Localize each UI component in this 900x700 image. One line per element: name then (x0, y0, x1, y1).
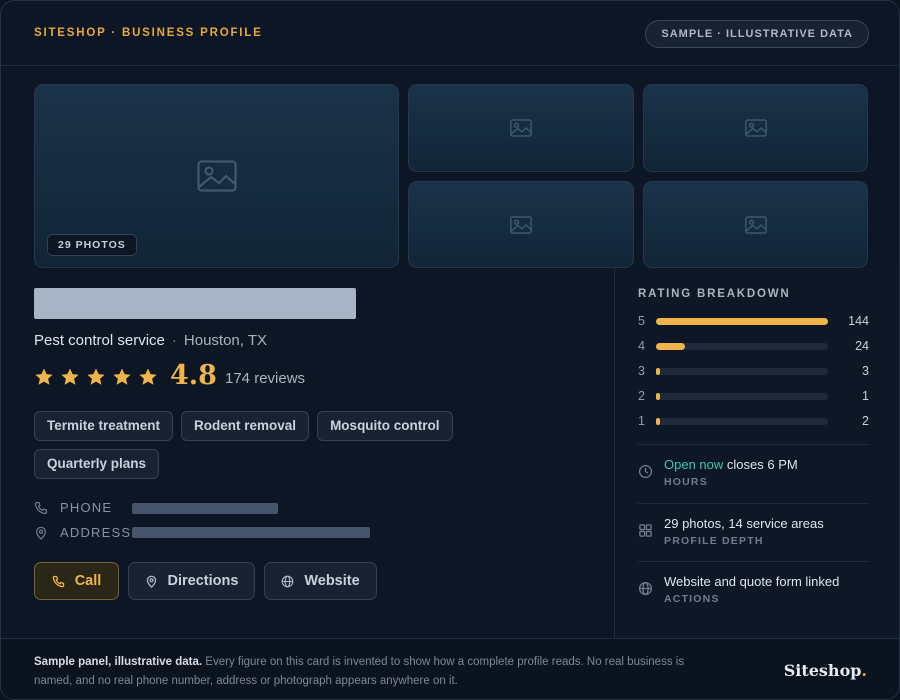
rating-bar-fill (656, 393, 661, 400)
actions-value: Website and quote form linked (664, 574, 840, 589)
service-chip[interactable]: Termite treatment (34, 411, 174, 441)
directions-button[interactable]: Directions (128, 562, 255, 600)
divider (638, 503, 869, 504)
brand-line: SITESHOP · BUSINESS PROFILE (34, 27, 263, 39)
rating-breakdown-panel: RATING BREAKDOWN 5 144 4 24 3 3 2 1 1 2 (614, 268, 899, 638)
phone-icon (34, 501, 48, 514)
website-label: Website (304, 573, 360, 589)
rating-row-count: 1 (862, 389, 869, 403)
rating-row-4: 4 24 (638, 339, 869, 353)
service-chips: Termite treatment Rodent removal Mosquit… (34, 411, 474, 479)
rating-bar-track (656, 318, 828, 325)
rating-row-stars: 5 (638, 314, 645, 328)
phone-redacted (132, 503, 278, 514)
globe-icon (281, 575, 294, 587)
rating-value: 4.8 (170, 360, 217, 391)
service-chip[interactable]: Rodent removal (181, 411, 310, 441)
star-icon (86, 367, 106, 387)
phone-label: PHONE (60, 500, 113, 515)
image-placeholder-icon (510, 119, 532, 137)
rating-bar-track (656, 368, 828, 375)
logo-dot: . (861, 661, 867, 680)
rating-bar-fill (656, 343, 685, 350)
photos-count-badge[interactable]: 29 PHOTOS (47, 234, 137, 256)
divider (638, 444, 869, 445)
rating-row-stars: 3 (638, 364, 645, 378)
rating-bar-fill (656, 368, 661, 375)
siteshop-logo: Siteshop. (784, 661, 867, 680)
star-icon (34, 367, 54, 387)
rating-row-count: 3 (862, 364, 869, 378)
clock-icon (638, 464, 653, 479)
hours-value: Open now closes 6 PM (664, 457, 798, 472)
rating-row-stars: 4 (638, 339, 645, 353)
photo-tile[interactable] (408, 181, 634, 268)
rating-row-stars: 2 (638, 389, 645, 403)
business-profile-card: SITESHOP · BUSINESS PROFILE SAMPLE · ILL… (0, 0, 900, 700)
rating-bar-fill (656, 418, 661, 425)
hours-label: HOURS (664, 476, 708, 488)
photo-tile[interactable] (408, 84, 634, 172)
call-label: Call (74, 573, 102, 589)
phone-row: PHONE (34, 500, 112, 515)
rating-row-2: 2 1 (638, 389, 869, 403)
footer-disclaimer: Sample panel, illustrative data. Every f… (34, 653, 714, 691)
photo-tile[interactable] (643, 84, 868, 172)
rating-row-count: 144 (848, 314, 869, 328)
main-photo-tile[interactable]: 29 PHOTOS (34, 84, 399, 268)
logo-text: Siteshop (783, 661, 862, 680)
image-placeholder-icon (744, 215, 767, 234)
globe-icon (638, 581, 653, 596)
service-chip[interactable]: Quarterly plans (34, 449, 160, 479)
rating-row-count: 24 (855, 339, 869, 353)
star-rating (34, 367, 158, 387)
reviews-count[interactable]: 174 reviews (225, 370, 305, 387)
image-placeholder-icon (510, 215, 532, 234)
directions-label: Directions (167, 573, 239, 589)
footer-lead: Sample panel, illustrative data. (34, 656, 203, 668)
actions-label: ACTIONS (664, 593, 720, 605)
phone-icon (52, 575, 64, 587)
profile-depth-label: PROFILE DEPTH (664, 535, 764, 547)
profile-depth-value: 29 photos, 14 service areas (664, 516, 824, 531)
location-pin-icon (146, 575, 156, 588)
call-button[interactable]: Call (34, 562, 119, 600)
business-category: Pest control service (34, 332, 165, 349)
address-label: ADDRESS (60, 525, 132, 540)
sample-pill: SAMPLE · ILLUSTRATIVE DATA (645, 20, 869, 48)
rating-row-1: 1 2 (638, 414, 869, 428)
rating-bar-track (656, 393, 828, 400)
photo-tile[interactable] (643, 181, 868, 268)
rating-breakdown-title: RATING BREAKDOWN (638, 288, 791, 300)
open-now-status: Open now (664, 457, 724, 472)
card-header: SITESHOP · BUSINESS PROFILE SAMPLE · ILL… (1, 1, 899, 66)
location-pin-icon (36, 526, 46, 540)
business-location: Houston, TX (183, 332, 267, 349)
star-icon (60, 367, 80, 387)
rating-row-3: 3 3 (638, 364, 869, 378)
category-location-line: Pest control service · Houston, TX (34, 332, 267, 349)
rating-row-count: 2 (862, 414, 869, 428)
address-redacted (132, 527, 370, 538)
service-chip[interactable]: Mosquito control (317, 411, 453, 441)
separator-dot: · (171, 332, 177, 349)
image-placeholder-icon (744, 119, 767, 137)
divider (638, 561, 869, 562)
star-icon (112, 367, 132, 387)
rating-row-stars: 1 (638, 414, 645, 428)
rating-bar-track (656, 418, 828, 425)
rating-bar-track (656, 343, 828, 350)
rating-row-5: 5 144 (638, 314, 869, 328)
business-name-redacted (34, 288, 356, 319)
grid-icon (639, 524, 652, 537)
website-button[interactable]: Website (264, 562, 377, 600)
address-row: ADDRESS (34, 525, 131, 540)
rating-bar-fill (656, 318, 828, 325)
card-footer: Sample panel, illustrative data. Every f… (1, 638, 899, 699)
image-placeholder-icon (196, 160, 237, 192)
closing-time: closes 6 PM (726, 457, 798, 472)
star-icon (138, 367, 158, 387)
